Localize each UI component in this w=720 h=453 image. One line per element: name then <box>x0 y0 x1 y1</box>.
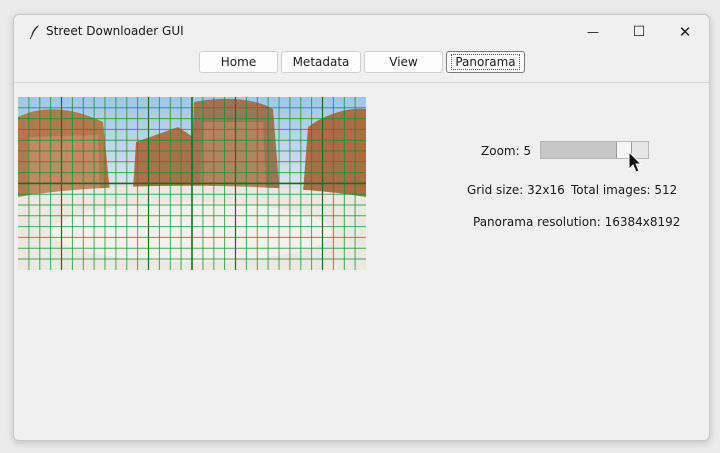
mouse-pointer-icon <box>628 151 643 173</box>
title-bar: Street Downloader GUI — ☐ ✕ <box>14 15 709 49</box>
tab-panorama[interactable]: Panorama <box>446 51 525 73</box>
tab-metadata[interactable]: Metadata <box>281 51 361 73</box>
window-title: Street Downloader GUI <box>46 24 184 38</box>
tab-panorama-label: Panorama <box>451 54 520 70</box>
panorama-image[interactable] <box>18 97 366 270</box>
grid-size-text: Grid size: 32x16 <box>467 183 565 197</box>
tab-metadata-label: Metadata <box>292 55 350 69</box>
total-images-text: Total images: 512 <box>571 183 678 197</box>
tab-view-label: View <box>389 55 418 69</box>
tab-home-label: Home <box>220 55 257 69</box>
tab-home[interactable]: Home <box>199 51 278 73</box>
minimize-button[interactable]: — <box>570 15 616 49</box>
panorama-resolution-text: Panorama resolution: 16384x8192 <box>473 215 681 229</box>
close-icon: ✕ <box>678 23 692 41</box>
zoom-slider-fill <box>541 142 616 158</box>
maximize-button[interactable]: ☐ <box>616 15 662 49</box>
tab-bar: Home Metadata View Panorama <box>14 49 709 83</box>
minimize-icon: — <box>587 25 599 39</box>
close-button[interactable]: ✕ <box>662 15 708 49</box>
tab-view[interactable]: View <box>364 51 443 73</box>
app-window: Street Downloader GUI — ☐ ✕ Home Metadat… <box>13 14 710 441</box>
maximize-icon: ☐ <box>632 24 646 40</box>
feather-icon <box>29 25 39 40</box>
zoom-label: Zoom: 5 <box>481 144 532 158</box>
